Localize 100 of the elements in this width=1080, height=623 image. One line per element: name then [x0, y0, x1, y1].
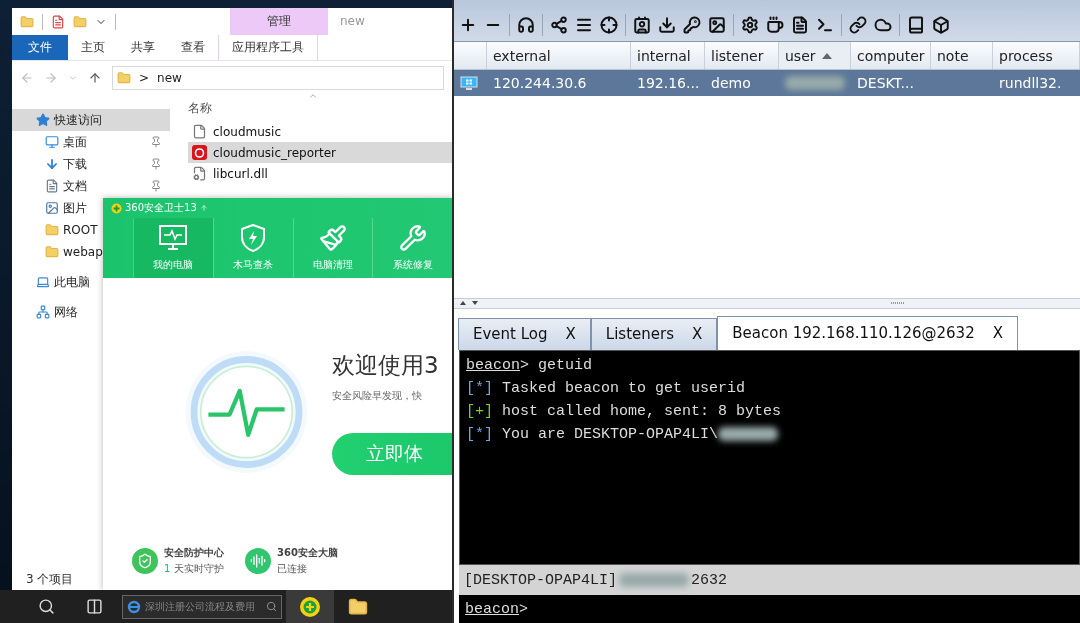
nav-item[interactable]: 桌面: [12, 131, 170, 153]
id-card-icon[interactable]: [632, 14, 652, 35]
table-cell: 120.244.30.6: [493, 75, 587, 91]
file-row[interactable]: cloudmusic: [188, 121, 452, 142]
console-tab[interactable]: Beacon 192.168.110.126@2632 X: [717, 315, 1018, 350]
network-icon: [36, 305, 50, 319]
close-tab-button[interactable]: X: [992, 324, 1003, 342]
shield-bolt-icon: [240, 224, 267, 252]
browser-icon: [127, 599, 141, 614]
folder-icon: [117, 71, 131, 85]
graph-icon[interactable]: [549, 14, 569, 35]
nav-item[interactable]: 图片: [12, 197, 87, 219]
key-icon[interactable]: [682, 14, 702, 35]
feature-status: 1 天实时守护: [164, 562, 224, 576]
column-header[interactable]: internal: [631, 42, 705, 69]
file-row[interactable]: cloudmusic_reporter: [188, 142, 452, 163]
nav-item[interactable]: 快速访问: [12, 109, 170, 131]
nav-item[interactable]: 下载: [12, 153, 170, 175]
nav-item[interactable]: 此电脑: [12, 271, 90, 293]
splitter-grip-icon[interactable]: [890, 300, 906, 305]
desktop-icon: [45, 135, 59, 149]
context-tab[interactable]: 管理: [230, 8, 328, 35]
folder-icon[interactable]: [348, 596, 368, 617]
process-id: 2632: [691, 571, 728, 589]
session-row[interactable]: 120.244.30.6 192.16... demo DESKT... rundll32.: [454, 70, 1080, 96]
shield-badge-icon: [131, 547, 159, 575]
column-header[interactable]: process: [993, 42, 1080, 69]
path-separator: >: [139, 71, 150, 85]
feature-title: 360安全大脑: [277, 546, 338, 560]
link-icon[interactable]: [848, 14, 868, 35]
column-header[interactable]: user: [779, 42, 851, 69]
welcome-heading: 欢迎使用3: [332, 350, 440, 380]
headphones-icon[interactable]: [516, 14, 536, 35]
search-field[interactable]: 深圳注册公司流程及费用: [145, 601, 262, 612]
folder-icon: [45, 245, 59, 259]
item-count: 3 个项目: [25, 571, 75, 588]
column-header[interactable]: computer: [851, 42, 931, 69]
properties-icon[interactable]: [51, 14, 65, 29]
address-bar[interactable]: > new: [112, 66, 444, 90]
settings-file-icon: [192, 166, 207, 181]
brush-icon: [318, 224, 347, 252]
pin-icon[interactable]: [150, 180, 162, 192]
ribbon-tab[interactable]: 文件: [12, 35, 68, 60]
search-bar[interactable]: 深圳注册公司流程及费用: [122, 594, 282, 619]
picture-icon[interactable]: [707, 14, 727, 35]
console-line: [+] host called home, sent: 8 bytes: [466, 402, 782, 420]
file-name: libcurl.dll: [213, 166, 268, 181]
document-icon[interactable]: [790, 14, 810, 35]
taskbar-app-button[interactable]: [286, 590, 334, 623]
folder-icon: [45, 223, 59, 237]
sound-wave-badge-icon: [244, 547, 272, 575]
feature-title: 安全防护中心: [164, 546, 224, 560]
column-header[interactable]: 名称: [188, 99, 212, 117]
window-title: new: [339, 13, 365, 30]
command-input[interactable]: beacon>: [459, 595, 1080, 623]
nav-item[interactable]: 网络: [12, 301, 78, 323]
file-name: cloudmusic: [213, 124, 281, 139]
crosshair-icon[interactable]: [599, 14, 619, 35]
gear-icon[interactable]: [740, 14, 760, 35]
star-icon: [36, 113, 50, 127]
nav-item[interactable]: ROOT: [12, 219, 98, 241]
computer-icon: [36, 275, 50, 289]
close-tab-button[interactable]: X: [692, 325, 703, 343]
file-row[interactable]: libcurl.dll: [188, 163, 452, 184]
feature-status: 已连接: [277, 562, 308, 576]
book-icon[interactable]: [906, 14, 926, 35]
console-tab[interactable]: Listeners X: [590, 317, 718, 350]
nav-item[interactable]: webap: [12, 241, 103, 263]
ribbon-tab[interactable]: 查看: [168, 35, 218, 60]
coffee-cup-icon[interactable]: [765, 14, 785, 35]
column-header[interactable]: external: [487, 42, 631, 69]
pin-icon[interactable]: [150, 136, 162, 148]
ribbon-tab[interactable]: 主页: [68, 35, 118, 60]
download-icon: [45, 157, 59, 171]
up-icon[interactable]: [88, 71, 102, 85]
console-line: beacon> getuid: [466, 356, 593, 374]
host-label: [DESKTOP-OPAP4LI]: [464, 571, 618, 589]
monitor-pulse-icon: [158, 224, 189, 252]
nav-item[interactable]: 文档: [12, 175, 170, 197]
windows-monitor-icon: [460, 75, 478, 91]
table-cell: DESKT...: [857, 75, 914, 91]
app-logo-icon: [111, 202, 122, 214]
welcome-subtitle: 安全风险早发现，快: [332, 388, 423, 403]
app-logo-icon[interactable]: [299, 595, 321, 618]
table-cell: demo: [711, 75, 751, 91]
task-view-icon[interactable]: [85, 598, 103, 615]
column-header[interactable]: note: [931, 42, 993, 69]
path-segment[interactable]: new: [157, 71, 182, 85]
close-tab-button[interactable]: X: [565, 325, 576, 343]
search-icon[interactable]: [37, 598, 55, 615]
pin-icon[interactable]: [150, 158, 162, 170]
music-app-icon: [192, 145, 207, 160]
console-line: [*] Tasked beacon to get userid: [466, 379, 746, 397]
ribbon-tab[interactable]: 应用程序工具: [218, 35, 318, 60]
download-icon[interactable]: [657, 14, 677, 35]
cube-icon[interactable]: [931, 14, 951, 35]
wrench-icon: [398, 224, 427, 252]
collapse-arrows-icon[interactable]: [460, 300, 480, 306]
console-tab[interactable]: Event Log X: [458, 317, 591, 350]
ribbon-tab[interactable]: 共享: [118, 35, 168, 60]
